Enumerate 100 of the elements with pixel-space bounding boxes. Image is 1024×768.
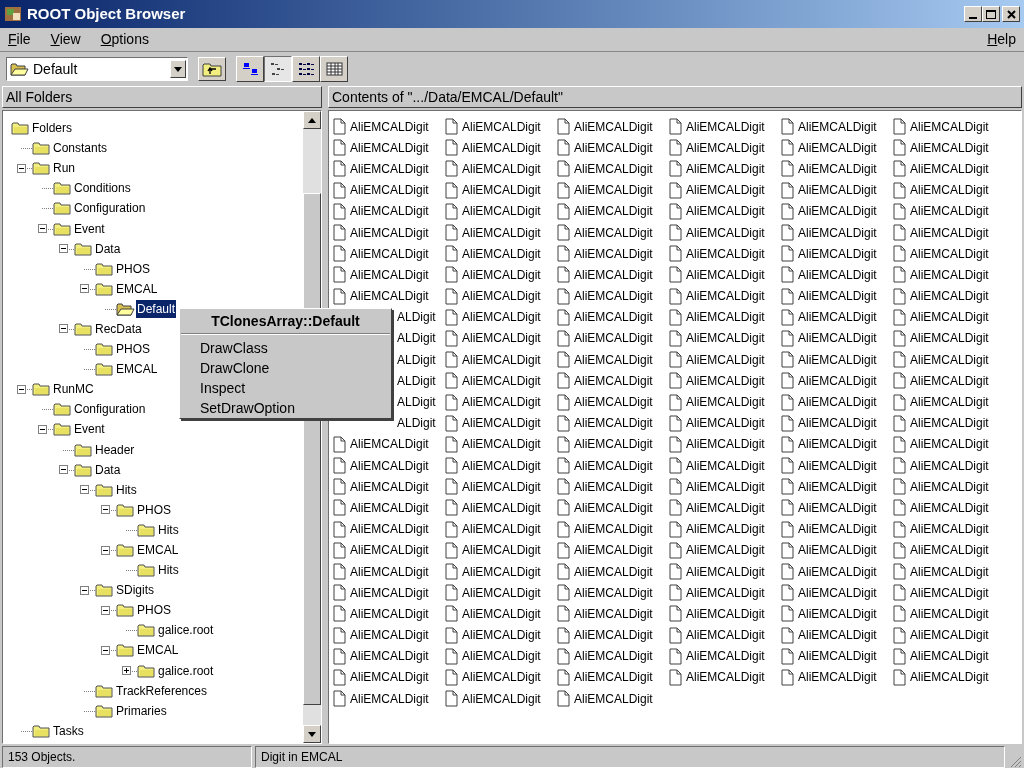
tree-item[interactable]: Data — [74, 460, 122, 479]
object-entry[interactable]: AliEMCALDigit — [557, 477, 653, 496]
object-entry[interactable]: AliEMCALDigit — [893, 393, 989, 412]
object-entry[interactable]: AliEMCALDigit — [445, 350, 541, 369]
tree-item[interactable]: EMCAL — [116, 541, 180, 559]
object-entry[interactable]: AliEMCALDigit — [893, 647, 989, 666]
tree-item[interactable]: Primaries — [95, 701, 168, 720]
object-entry[interactable]: AliEMCALDigit — [445, 181, 541, 200]
object-entry[interactable]: AliEMCALDigit — [557, 117, 653, 136]
object-entry[interactable]: AliEMCALDigit — [333, 456, 429, 475]
object-entry[interactable]: AliEMCALDigit — [893, 541, 989, 560]
object-entry[interactable]: AliEMCALDigit — [333, 562, 429, 581]
object-entry[interactable]: AliEMCALDigit — [669, 287, 765, 306]
object-entry[interactable]: AliEMCALDigit — [445, 626, 541, 645]
object-entry[interactable]: AliEMCALDigit — [333, 244, 429, 263]
object-entry[interactable]: AliEMCALDigit — [893, 435, 989, 454]
object-entry[interactable]: AliEMCALDigit — [781, 202, 877, 221]
object-entry[interactable]: AliEMCALDigit — [669, 308, 765, 327]
object-entry[interactable]: AliEMCALDigit — [781, 244, 877, 263]
tree-item[interactable]: Configuration — [53, 400, 147, 419]
object-entry[interactable]: AliEMCALDigit — [669, 265, 765, 284]
object-entry[interactable]: AliEMCALDigit — [781, 308, 877, 327]
collapse-icon[interactable] — [101, 505, 110, 515]
tree-item[interactable]: PHOS — [95, 340, 151, 359]
object-entry[interactable]: AliEMCALDigit — [781, 393, 877, 412]
tree-item[interactable]: Run — [32, 159, 76, 178]
tree-item[interactable]: Configuration — [53, 199, 147, 218]
object-entry[interactable]: AliEMCALDigit — [781, 138, 877, 157]
object-entry[interactable]: AliEMCALDigit — [781, 287, 877, 306]
object-entry[interactable]: AliEMCALDigit — [781, 477, 877, 496]
object-entry[interactable]: AliEMCALDigit — [445, 456, 541, 475]
object-entry[interactable]: AliEMCALDigit — [445, 541, 541, 560]
object-entry[interactable]: AliEMCALDigit — [893, 562, 989, 581]
object-entry[interactable]: AliEMCALDigit — [557, 541, 653, 560]
object-entry[interactable]: AliEMCALDigit — [557, 456, 653, 475]
object-entry[interactable]: AliEMCALDigit — [445, 202, 541, 221]
object-entry[interactable]: AliEMCALDigit — [781, 350, 877, 369]
object-entry[interactable]: AliEMCALDigit — [445, 117, 541, 136]
object-entry[interactable]: AliEMCALDigit — [333, 626, 429, 645]
object-entry[interactable]: AliEMCALDigit — [781, 371, 877, 390]
menu-item[interactable]: View — [48, 29, 83, 50]
object-entry[interactable]: AliEMCALDigit — [557, 223, 653, 242]
object-entry[interactable]: AliEMCALDigit — [669, 541, 765, 560]
object-entry[interactable]: AliEMCALDigit — [893, 138, 989, 157]
object-entry[interactable]: AliEMCALDigit — [557, 265, 653, 284]
object-entry[interactable]: AliEMCALDigit — [445, 520, 541, 539]
minimize-button[interactable] — [964, 6, 982, 22]
object-entry[interactable]: AliEMCALDigit — [445, 244, 541, 263]
object-entry[interactable]: AliEMCALDigit — [333, 520, 429, 539]
scroll-up-button[interactable] — [303, 111, 321, 129]
object-entry[interactable]: AliEMCALDigit — [893, 498, 989, 517]
object-entry[interactable]: AliEMCALDigit — [333, 138, 429, 157]
context-menu-item[interactable]: SetDrawOption — [180, 398, 391, 418]
object-entry[interactable]: AliEMCALDigit — [669, 520, 765, 539]
object-entry[interactable]: AliEMCALDigit — [669, 202, 765, 221]
tree-item[interactable]: Hits — [137, 520, 180, 539]
object-entry[interactable]: AliEMCALDigit — [557, 308, 653, 327]
object-entry[interactable]: AliEMCALDigit — [669, 414, 765, 433]
tree-item[interactable]: PHOS — [116, 601, 172, 620]
tree-item[interactable]: EMCAL — [95, 360, 159, 379]
object-entry[interactable]: AliEMCALDigit — [445, 562, 541, 581]
tree-item[interactable]: EMCAL — [116, 641, 180, 660]
object-entry[interactable]: AliEMCALDigit — [557, 159, 653, 178]
object-entry[interactable]: AliEMCALDigit — [333, 202, 429, 221]
object-entry[interactable]: AliEMCALDigit — [557, 520, 653, 539]
up-folder-button[interactable] — [198, 57, 226, 81]
object-entry[interactable]: AliEMCALDigit — [445, 371, 541, 390]
object-entry[interactable]: AliEMCALDigit — [893, 371, 989, 390]
object-entry[interactable]: AliEMCALDigit — [445, 138, 541, 157]
tree-item[interactable]: Constants — [32, 139, 109, 158]
object-entry[interactable]: AliEMCALDigit — [893, 668, 989, 687]
context-menu-item[interactable]: DrawClone — [180, 358, 391, 378]
object-entry[interactable]: AliEMCALDigit — [893, 202, 989, 221]
object-entry[interactable]: AliEMCALDigit — [669, 583, 765, 602]
collapse-icon[interactable] — [17, 163, 26, 173]
maximize-button[interactable] — [982, 6, 1000, 22]
object-entry[interactable]: AliEMCALDigit — [781, 181, 877, 200]
tree-item[interactable]: galice.root — [137, 621, 215, 640]
object-entry[interactable]: AliEMCALDigit — [445, 583, 541, 602]
object-entry[interactable]: AliEMCALDigit — [445, 329, 541, 348]
object-entry[interactable]: AliEMCALDigit — [893, 604, 989, 623]
expand-icon[interactable] — [122, 666, 131, 676]
tree-item[interactable]: TrackReferences — [95, 681, 208, 700]
object-entry[interactable]: AliEMCALDigit — [557, 350, 653, 369]
object-entry[interactable]: AliEMCALDigit — [781, 223, 877, 242]
object-entry[interactable]: AliEMCALDigit — [333, 223, 429, 242]
object-entry[interactable]: AliEMCALDigit — [333, 647, 429, 666]
collapse-icon[interactable] — [101, 646, 110, 655]
menu-item[interactable]: Help — [985, 29, 1018, 50]
collapse-icon[interactable] — [59, 465, 68, 475]
object-entry[interactable]: AliEMCALDigit — [781, 604, 877, 623]
object-entry[interactable]: AliEMCALDigit — [893, 350, 989, 369]
object-entry[interactable]: AliEMCALDigit — [557, 287, 653, 306]
location-dropdown[interactable]: Default — [6, 57, 188, 81]
object-entry[interactable]: AliEMCALDigit — [557, 498, 653, 517]
tree-item[interactable]: galice.root — [137, 661, 215, 680]
object-entry[interactable]: AliEMCALDigit — [669, 477, 765, 496]
collapse-icon[interactable] — [80, 284, 89, 294]
object-entry[interactable]: AliEMCALDigit — [557, 329, 653, 348]
dropdown-button[interactable] — [170, 60, 186, 78]
